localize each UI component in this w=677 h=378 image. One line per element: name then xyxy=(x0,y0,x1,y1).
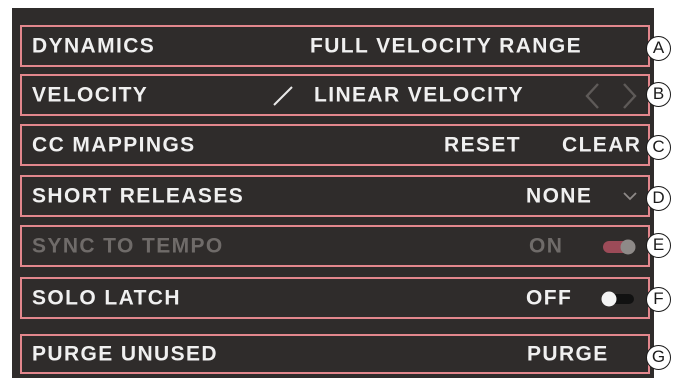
toggle-switch-icon[interactable] xyxy=(602,238,638,256)
solo-latch-label: SOLO LATCH xyxy=(32,286,181,310)
purge-unused-label: PURGE UNUSED xyxy=(32,342,218,366)
linear-curve-icon[interactable] xyxy=(272,85,294,107)
marker-e: E xyxy=(646,233,671,258)
short-releases-label: SHORT RELEASES xyxy=(32,184,245,208)
short-releases-row: SHORT RELEASES NONE xyxy=(20,175,650,217)
short-releases-value[interactable]: NONE xyxy=(526,186,592,207)
sync-to-tempo-value: ON xyxy=(529,234,564,258)
dynamics-label: DYNAMICS xyxy=(32,34,156,58)
clear-button[interactable]: CLEAR xyxy=(562,135,641,156)
marker-b: B xyxy=(646,82,671,107)
marker-f: F xyxy=(646,287,671,312)
purge-unused-row: PURGE UNUSED PURGE xyxy=(20,334,650,374)
marker-a: A xyxy=(646,36,671,61)
velocity-row: VELOCITY LINEAR VELOCITY xyxy=(20,74,650,116)
cc-mappings-label: CC MAPPINGS xyxy=(32,133,196,157)
marker-d: D xyxy=(646,186,671,211)
chevron-down-icon[interactable] xyxy=(622,191,638,201)
toggle-switch-icon[interactable] xyxy=(600,290,636,308)
marker-c: C xyxy=(646,135,671,160)
velocity-label: VELOCITY xyxy=(32,83,149,107)
solo-latch-row: SOLO LATCH OFF xyxy=(20,277,650,319)
velocity-value[interactable]: LINEAR VELOCITY xyxy=(314,85,524,106)
sync-to-tempo-label: SYNC TO TEMPO xyxy=(32,234,224,258)
reset-button[interactable]: RESET xyxy=(444,135,521,156)
marker-g: G xyxy=(646,345,671,370)
sync-to-tempo-row: SYNC TO TEMPO ON xyxy=(20,225,650,267)
purge-button[interactable]: PURGE xyxy=(527,344,609,365)
chevron-left-icon[interactable] xyxy=(584,82,602,110)
dynamics-value[interactable]: FULL VELOCITY RANGE xyxy=(310,36,582,57)
cc-mappings-row: CC MAPPINGS RESET CLEAR xyxy=(20,124,650,166)
chevron-right-icon[interactable] xyxy=(620,82,638,110)
dynamics-row: DYNAMICS FULL VELOCITY RANGE xyxy=(20,25,650,67)
solo-latch-value[interactable]: OFF xyxy=(526,288,572,309)
